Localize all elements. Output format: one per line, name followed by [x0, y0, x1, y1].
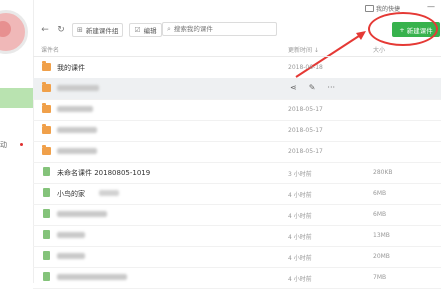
row-date: 4 小时前: [288, 234, 312, 241]
row-size: 20MB: [373, 253, 390, 260]
row-size: 6MB: [373, 190, 387, 197]
row-size: 280KB: [373, 169, 393, 176]
table-row[interactable]: 2018-05-17: [33, 99, 441, 121]
row-name: 小鸟的家: [57, 190, 85, 198]
row-size: 7MB: [373, 274, 387, 281]
more-icon[interactable]: ···: [327, 83, 335, 92]
blurred-name: [57, 85, 99, 91]
table-row[interactable]: 2018-05-17: [33, 141, 441, 163]
table-row[interactable]: 我的课件 2018-06-18: [33, 57, 441, 79]
document-icon: [43, 188, 50, 197]
folder-icon: [42, 124, 51, 134]
document-icon: [43, 209, 50, 218]
blurred-name: [57, 232, 85, 238]
column-header-name[interactable]: 课件名: [41, 45, 59, 54]
column-header-date[interactable]: 更新时间 ↓: [288, 45, 319, 54]
blurred-name: [99, 190, 119, 196]
table-row[interactable]: 4 小时前 6MB: [33, 204, 441, 226]
blurred-name: [57, 274, 127, 280]
table-row[interactable]: 2018-05-17: [33, 120, 441, 142]
row-name: 我的课件: [57, 64, 85, 72]
table-row[interactable]: 4 小时前 7MB: [33, 267, 441, 289]
blurred-name: [57, 253, 85, 259]
row-actions: ⋖ ✎ ···: [290, 83, 335, 92]
blurred-name: [57, 211, 107, 217]
document-icon: [43, 251, 50, 260]
folder-icon: [42, 82, 51, 92]
document-icon: [43, 272, 50, 281]
row-date: 2018-05-17: [288, 106, 323, 113]
column-header-size[interactable]: 大小: [373, 45, 385, 54]
table-row[interactable]: 未命名课件 20180805-1019 3 小时前 280KB: [33, 162, 441, 184]
blurred-name: [57, 127, 97, 133]
row-date: 2018-06-18: [288, 64, 323, 71]
table-row[interactable]: ⋖ ✎ ···: [33, 78, 441, 100]
edit-icon[interactable]: ✎: [309, 83, 316, 92]
table-row[interactable]: 小鸟的家 4 小时前 6MB: [33, 183, 441, 205]
row-name: 未命名课件 20180805-1019: [57, 169, 151, 177]
blurred-name: [57, 106, 93, 112]
row-size: 6MB: [373, 211, 387, 218]
table-row[interactable]: 4 小时前 20MB: [33, 246, 441, 268]
row-date: 3 小时前: [288, 171, 312, 178]
folder-icon: [42, 103, 51, 113]
document-icon: [43, 230, 50, 239]
document-icon: [43, 167, 50, 176]
row-date: 2018-05-17: [288, 148, 323, 155]
table-row[interactable]: 4 小时前 13MB: [33, 225, 441, 247]
row-size: 13MB: [373, 232, 390, 239]
table-header: 课件名 更新时间 ↓ 大小: [33, 40, 441, 57]
share-icon[interactable]: ⋖: [290, 83, 297, 92]
blurred-name: [57, 148, 97, 154]
folder-icon: [42, 145, 51, 155]
folder-icon: [42, 61, 51, 71]
row-date: 4 小时前: [288, 213, 312, 220]
row-date: 2018-05-17: [288, 127, 323, 134]
row-date: 4 小时前: [288, 255, 312, 262]
row-date: 4 小时前: [288, 192, 312, 199]
row-date: 4 小时前: [288, 276, 312, 283]
